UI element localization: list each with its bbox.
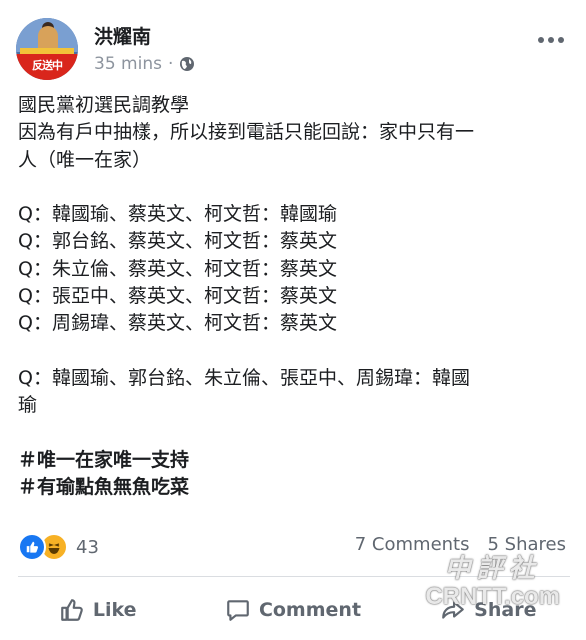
- divider: [18, 576, 570, 577]
- more-options-icon[interactable]: [538, 30, 570, 50]
- post-line: Q：郭台銘、蔡英文、柯文哲：蔡英文: [18, 230, 337, 253]
- reactions-summary[interactable]: 43: [18, 532, 99, 562]
- dot: [558, 37, 564, 43]
- post-line-blank: [18, 174, 570, 201]
- avatar-text: 反送中: [32, 59, 63, 72]
- post-line: Q：韓國瑜、郭台銘、朱立倫、張亞中、周錫瑋：韓國: [18, 366, 470, 389]
- comments-count-link[interactable]: 7 Comments: [355, 534, 470, 555]
- action-bar: Like Comment Share: [0, 580, 586, 640]
- post-line: Q：張亞中、蔡英文、柯文哲：蔡英文: [18, 285, 337, 308]
- post-line-blank: [18, 338, 570, 365]
- share-label: Share: [474, 599, 537, 621]
- post-line: 國民黨初選民調教學: [18, 94, 190, 116]
- like-button[interactable]: Like: [0, 580, 195, 640]
- like-label: Like: [92, 599, 137, 621]
- hashtag-link[interactable]: ＃唯一在家唯一支持: [18, 447, 570, 474]
- post-line: 瑜: [18, 394, 38, 417]
- post-line: 人（唯一在家）: [18, 148, 152, 171]
- globe-icon[interactable]: [179, 56, 195, 72]
- share-icon: [442, 601, 465, 619]
- avatar[interactable]: 反送中: [16, 18, 78, 80]
- post-time[interactable]: 35 mins: [94, 54, 162, 74]
- post-line-blank: [18, 420, 570, 447]
- like-icon: [18, 533, 46, 561]
- author-name[interactable]: 洪耀南: [94, 22, 151, 49]
- share-button[interactable]: Share: [391, 580, 586, 640]
- dot: [538, 37, 544, 43]
- dot: [548, 37, 554, 43]
- meta-separator: ·: [167, 54, 174, 74]
- post-header: 反送中 洪耀南 35 mins ·: [0, 0, 586, 90]
- comment-label: Comment: [258, 599, 362, 621]
- shares-count-link[interactable]: 5 Shares: [488, 534, 567, 555]
- post-line: 因為有戶中抽樣，所以接到電話只能回說：家中只有一: [18, 121, 475, 144]
- post-meta: 35 mins ·: [94, 54, 195, 74]
- post-body: 國民黨初選民調教學 因為有戶中抽樣，所以接到電話只能回說：家中只有一 人（唯一在…: [18, 92, 570, 501]
- post-line: Q：周錫瑋、蔡英文、柯文哲：蔡英文: [18, 312, 337, 335]
- reaction-count: 43: [76, 536, 99, 558]
- post-line: Q：韓國瑜、蔡英文、柯文哲：韓國瑜: [18, 203, 337, 226]
- post-line: Q：朱立倫、蔡英文、柯文哲：蔡英文: [18, 257, 337, 280]
- comment-icon: [227, 600, 249, 621]
- thumbs-up-icon: [61, 599, 83, 621]
- engagement-stats: 7 Comments 5 Shares: [355, 534, 566, 555]
- comment-button[interactable]: Comment: [195, 580, 390, 640]
- hashtag-link[interactable]: ＃有瑜點魚無魚吃菜: [18, 474, 570, 501]
